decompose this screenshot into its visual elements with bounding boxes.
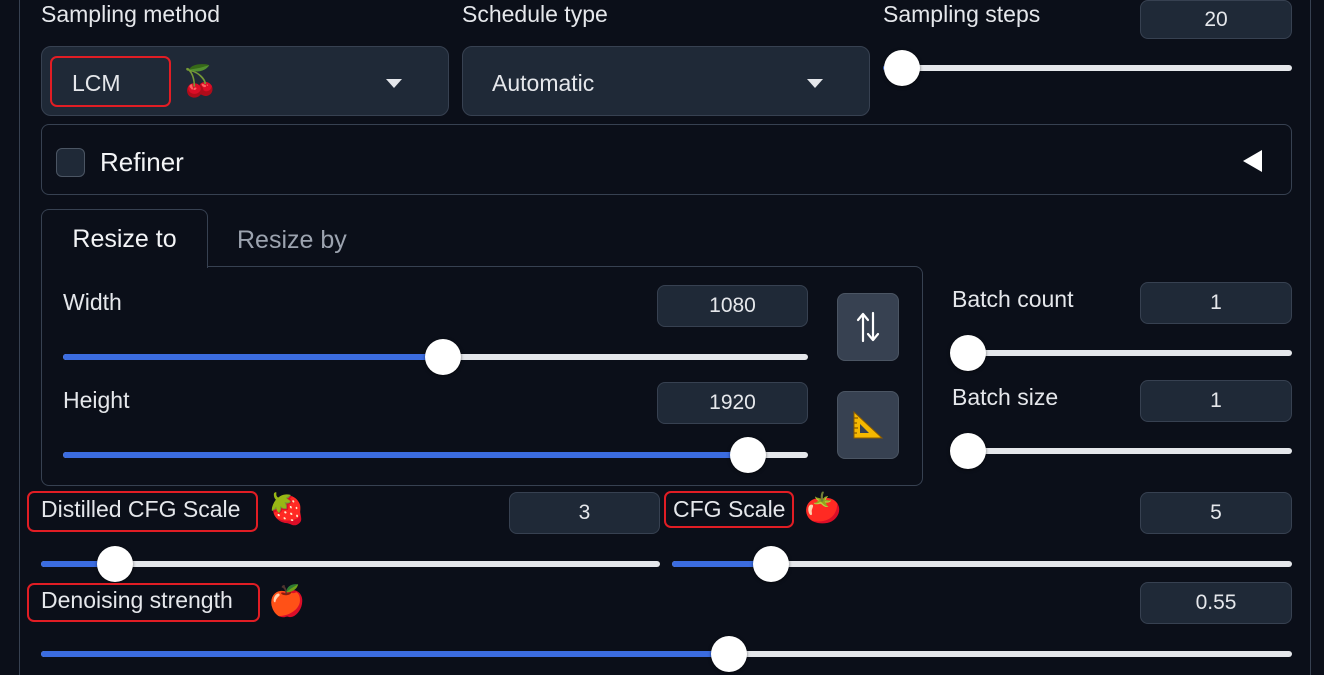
slider-thumb[interactable] xyxy=(950,335,986,371)
width-input[interactable]: 1080 xyxy=(657,285,808,327)
cfg-scale-slider[interactable] xyxy=(672,546,1292,582)
schedule-type-dropdown[interactable]: Automatic xyxy=(462,46,870,116)
sampling-steps-label: Sampling steps xyxy=(883,1,1041,27)
left-frame-border xyxy=(19,0,20,675)
aspect-ratio-button[interactable] xyxy=(837,391,899,459)
sampling-method-label: Sampling method xyxy=(41,1,220,27)
slider-track xyxy=(883,65,1292,71)
apple-icon: 🍎 xyxy=(268,585,306,618)
slider-thumb[interactable] xyxy=(883,50,920,86)
slider-track xyxy=(952,448,1292,454)
slider-fill xyxy=(63,452,749,458)
slider-track xyxy=(41,561,660,567)
collapse-triangle-icon[interactable] xyxy=(1242,149,1264,173)
batch-size-slider[interactable] xyxy=(950,433,1292,469)
swap-dimensions-button[interactable] xyxy=(837,293,899,361)
strawberry-icon: 🍓 xyxy=(268,493,306,526)
distilled-cfg-slider[interactable] xyxy=(41,546,660,582)
right-frame-border xyxy=(1310,0,1311,675)
slider-thumb[interactable] xyxy=(950,433,986,469)
triangular-ruler-icon xyxy=(853,410,884,439)
batch-count-label: Batch count xyxy=(952,286,1074,312)
slider-thumb[interactable] xyxy=(730,437,767,473)
refiner-accordion[interactable]: Refiner xyxy=(41,124,1292,195)
distilled-cfg-input[interactable]: 3 xyxy=(509,492,660,534)
swap-arrows-icon xyxy=(856,311,880,343)
distilled-cfg-highlight xyxy=(27,491,258,532)
cfg-scale-highlight xyxy=(664,491,794,528)
width-slider[interactable] xyxy=(63,339,808,375)
height-slider[interactable] xyxy=(63,437,808,473)
cherry-icon: 🍒 xyxy=(181,65,219,98)
denoising-strength-input[interactable]: 0.55 xyxy=(1140,582,1292,624)
sampling-steps-input[interactable]: 20 xyxy=(1140,0,1292,39)
refiner-checkbox[interactable] xyxy=(56,148,85,177)
batch-count-input[interactable]: 1 xyxy=(1140,282,1292,324)
batch-count-slider[interactable] xyxy=(950,335,1292,371)
tab-resize-by[interactable]: Resize by xyxy=(237,226,347,255)
slider-track xyxy=(952,350,1292,356)
chevron-down-icon xyxy=(807,79,823,88)
height-input[interactable]: 1920 xyxy=(657,382,808,424)
slider-thumb[interactable] xyxy=(711,636,748,672)
batch-size-label: Batch size xyxy=(952,384,1059,410)
slider-thumb[interactable] xyxy=(424,339,461,375)
slider-thumb[interactable] xyxy=(753,546,790,582)
width-label: Width xyxy=(63,289,122,315)
denoising-strength-slider[interactable] xyxy=(41,636,1292,672)
slider-fill xyxy=(63,354,443,360)
schedule-type-value: Automatic xyxy=(492,70,595,96)
slider-thumb[interactable] xyxy=(97,546,134,582)
sampling-method-highlight xyxy=(50,56,171,107)
sampling-steps-slider[interactable] xyxy=(883,50,1292,86)
slider-fill xyxy=(41,651,730,657)
batch-size-input[interactable]: 1 xyxy=(1140,380,1292,422)
tab-resize-to[interactable]: Resize to xyxy=(41,209,208,268)
refiner-label: Refiner xyxy=(100,147,184,177)
cfg-scale-input[interactable]: 5 xyxy=(1140,492,1292,534)
denoising-strength-highlight xyxy=(27,583,260,622)
chevron-down-icon xyxy=(386,79,402,88)
schedule-type-label: Schedule type xyxy=(462,1,608,27)
tomato-icon: 🍅 xyxy=(804,492,842,525)
height-label: Height xyxy=(63,387,130,413)
